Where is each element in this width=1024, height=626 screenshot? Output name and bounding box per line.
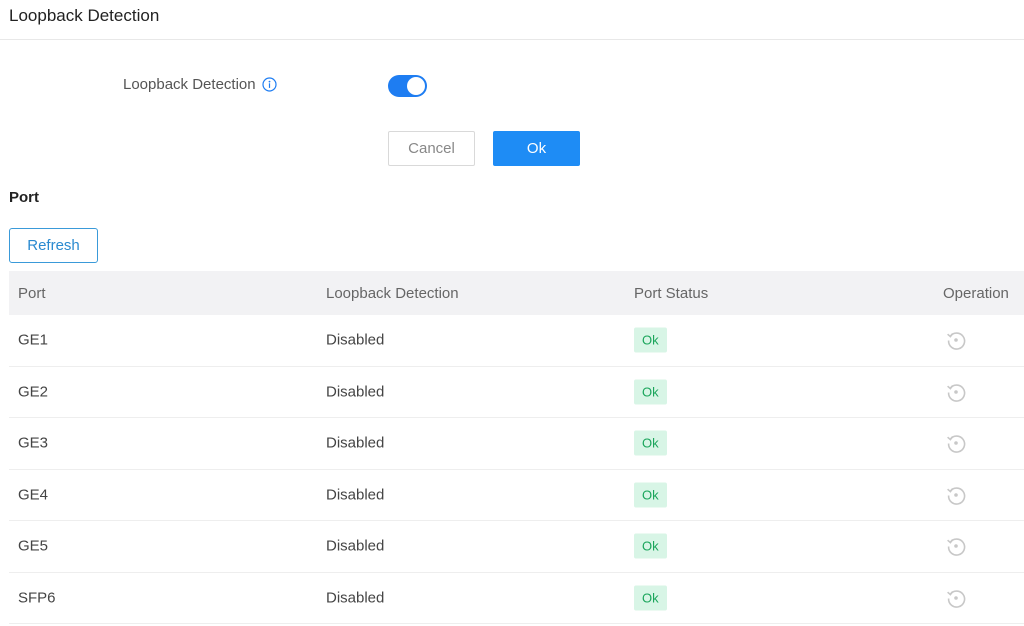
port-section-title: Port [9,189,39,206]
table-row: GE4 Disabled Ok [9,470,1024,521]
table-row: GE3 Disabled Ok [9,418,1024,470]
loopback-cell: Disabled [326,434,385,452]
table-row: SFP6 Disabled Ok [9,573,1024,624]
loopback-cell: Disabled [326,589,385,607]
operation-cell [943,484,967,506]
refresh-button[interactable]: Refresh [9,228,98,263]
info-icon[interactable] [261,77,277,92]
port-cell: GE1 [18,331,49,349]
reset-icon[interactable] [945,329,967,351]
loopback-cell: Disabled [326,331,385,349]
table-row: GE5 Disabled Ok [9,521,1024,573]
operation-cell [943,587,967,609]
ok-button[interactable]: Ok [493,131,580,166]
operation-cell [943,432,967,454]
page-title: Loopback Detection [9,6,160,25]
reset-icon[interactable] [945,535,967,557]
table-header: Port Loopback Detection Port Status Oper… [9,271,1024,315]
cancel-button[interactable]: Cancel [388,131,475,166]
operation-cell [943,381,967,403]
column-header-port-status[interactable]: Port Status [634,285,708,302]
loopback-cell: Disabled [326,537,385,555]
port-cell: SFP6 [18,589,56,607]
operation-cell [943,535,967,557]
table-row: GE1 Disabled Ok [9,315,1024,367]
column-header-loopback-detection[interactable]: Loopback Detection [326,285,459,302]
column-header-operation: Operation [943,284,1009,302]
status-badge: Ok [634,327,667,353]
status-cell: Ok [634,327,667,353]
table-row: GE2 Disabled Ok [9,367,1024,418]
status-badge: Ok [634,379,667,405]
loopback-detection-toggle[interactable] [388,75,427,97]
loopback-detection-label: Loopback Detection [123,76,277,93]
loopback-cell: Disabled [326,486,385,504]
status-badge: Ok [634,533,667,559]
loopback-detection-label-text: Loopback Detection [123,76,256,93]
reset-icon[interactable] [945,587,967,609]
reset-icon[interactable] [945,381,967,403]
status-badge: Ok [634,482,667,508]
status-cell: Ok [634,430,667,456]
operation-cell [943,329,967,351]
port-cell: GE4 [18,486,49,504]
status-badge: Ok [634,585,667,611]
status-cell: Ok [634,379,667,405]
status-cell: Ok [634,533,667,559]
port-cell: GE3 [18,434,49,452]
page-header: Loopback Detection [0,0,1024,40]
reset-icon[interactable] [945,484,967,506]
status-cell: Ok [634,585,667,611]
loopback-cell: Disabled [326,383,385,401]
status-badge: Ok [634,430,667,456]
port-cell: GE5 [18,537,49,555]
status-cell: Ok [634,482,667,508]
port-table: Port Loopback Detection Port Status Oper… [9,271,1024,624]
toggle-knob [407,77,425,95]
column-header-port[interactable]: Port [18,285,46,302]
port-cell: GE2 [18,383,49,401]
reset-icon[interactable] [945,432,967,454]
